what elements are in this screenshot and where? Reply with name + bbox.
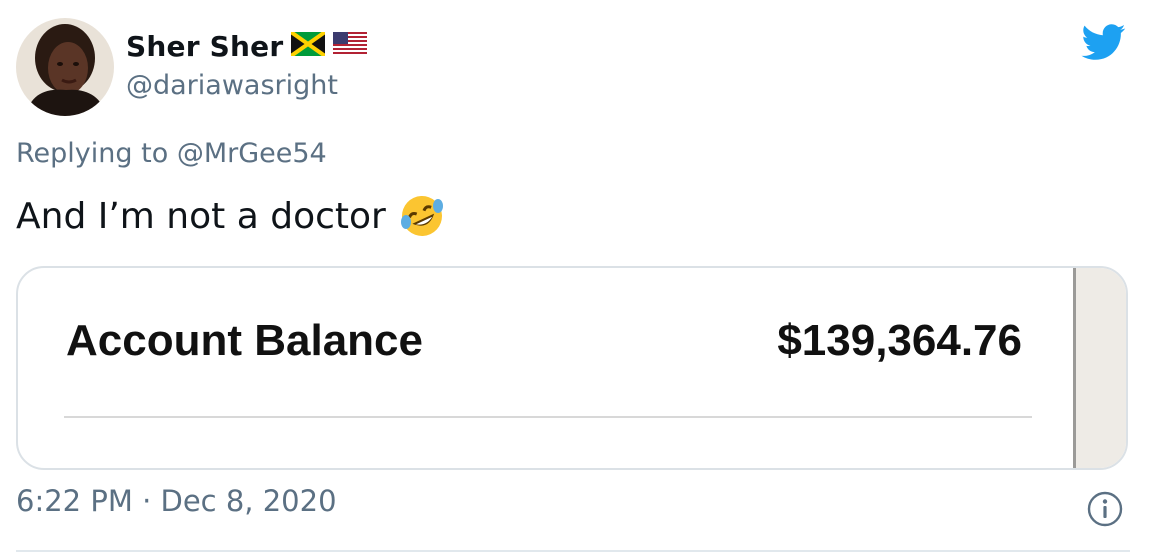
avatar-photo (16, 18, 114, 116)
reply-context: Replying to @MrGee54 (16, 138, 327, 169)
author-display-name: Sher Sher (126, 29, 284, 63)
media-divider (64, 416, 1032, 418)
author-name-row[interactable]: Sher Sher (126, 26, 368, 66)
account-balance-value: $139,364.76 (777, 316, 1022, 365)
rolling-on-floor-laughing-emoji (398, 192, 446, 240)
reply-mention-link[interactable]: @MrGee54 (177, 138, 327, 169)
reply-prefix: Replying to (16, 138, 169, 169)
info-icon[interactable] (1086, 490, 1124, 528)
tweet-text-row: And I’m not a doctor (16, 192, 446, 240)
tweet-timestamp[interactable]: 6:22 PM · Dec 8, 2020 (16, 484, 337, 518)
usa-flag-icon (333, 32, 368, 60)
jamaica-flag-icon (290, 30, 327, 60)
media-image-card[interactable]: Account Balance $139,364.76 (16, 266, 1128, 470)
twitter-bird-icon[interactable] (1078, 20, 1130, 64)
tweet-text: And I’m not a doctor (16, 195, 386, 237)
bottom-divider (16, 550, 1130, 552)
account-balance-label: Account Balance (66, 316, 423, 365)
media-edge-strip (1073, 268, 1126, 468)
avatar[interactable] (16, 18, 114, 116)
author-handle[interactable]: @dariawasright (126, 70, 338, 101)
